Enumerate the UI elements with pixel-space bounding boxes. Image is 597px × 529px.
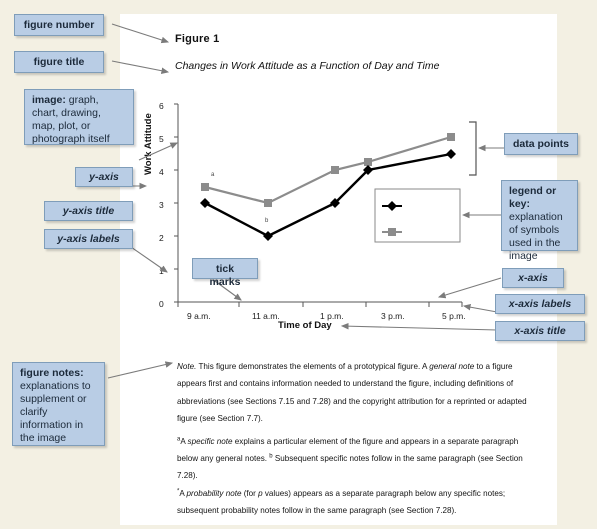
callout-figure-notes-lead: figure notes:	[20, 367, 84, 379]
point-annotation-b: b	[265, 218, 269, 224]
note-prob-term: probability note	[186, 488, 242, 498]
callout-legend-lead: legend or key:	[509, 185, 557, 210]
y-tick-label-2: 2	[159, 233, 164, 243]
note-probability: *A probability note (for p values) appea…	[177, 485, 530, 520]
x-axis-title: Time of Day	[278, 320, 332, 331]
legend-label-monday: Monday	[403, 202, 432, 211]
callout-figure-number-label: figure number	[23, 19, 95, 31]
note-general-term: general note	[429, 362, 475, 371]
callout-y-axis-title[interactable]: y-axis title	[44, 201, 133, 221]
callout-figure-title-label: figure title	[33, 56, 85, 68]
callout-figure-number[interactable]: figure number	[14, 14, 104, 36]
callout-legend[interactable]: legend or key: explanation of symbols us…	[501, 180, 578, 262]
note-prob-a: A	[179, 488, 187, 498]
callout-figure-title[interactable]: figure title	[14, 51, 104, 73]
note-general-d: to a figure appears first and contains i…	[177, 362, 527, 424]
point-annotation-star: *	[330, 205, 333, 211]
callout-y-axis-labels-label: y-axis labels	[57, 233, 120, 245]
note-specific: aA specific note explains a particular e…	[177, 433, 530, 485]
callout-y-axis[interactable]: y-axis	[75, 167, 133, 187]
callout-x-axis-labels-label: x-axis labels	[508, 298, 572, 310]
note-specific-term: specific note	[187, 436, 233, 446]
y-tick-label-6: 6	[159, 101, 164, 111]
note-specific-a: A	[180, 436, 188, 446]
x-tick-label-4: 5 p.m.	[442, 311, 466, 321]
figure-number: Figure 1	[175, 33, 220, 45]
point-annotation-a: a	[211, 172, 215, 178]
callout-tick-marks-label: tick marks	[209, 263, 241, 288]
y-tick-label-3: 3	[159, 200, 164, 210]
callout-x-axis-title-label: x-axis title	[514, 325, 566, 337]
x-tick-label-0: 9 a.m.	[187, 311, 211, 321]
callout-x-axis-labels[interactable]: x-axis labels	[495, 294, 585, 314]
note-prob-b: (for	[241, 488, 259, 498]
callout-figure-notes[interactable]: figure notes: explanations to supplement…	[12, 362, 105, 446]
y-axis-title: Work Attitude	[143, 113, 154, 175]
callout-x-axis-label: x-axis	[518, 272, 548, 284]
figure-title: Changes in Work Attitude as a Function o…	[175, 60, 440, 72]
y-tick-label-4: 4	[159, 167, 164, 177]
callout-y-axis-title-label: y-axis title	[62, 205, 115, 217]
callout-x-axis-title[interactable]: x-axis title	[495, 321, 585, 341]
figure-notes-text: Note. This figure demonstrates the eleme…	[177, 358, 530, 520]
callout-data-points[interactable]: data points	[504, 133, 578, 155]
callout-y-axis-label: y-axis	[89, 171, 119, 183]
callout-y-axis-labels[interactable]: y-axis labels	[44, 229, 133, 249]
y-tick-label-0: 0	[159, 299, 164, 309]
screenshot-root: Figure 1 Changes in Work Attitude as a F…	[0, 0, 597, 529]
x-tick-label-3: 3 p.m.	[381, 311, 405, 321]
callout-tick-marks[interactable]: tick marks	[192, 258, 258, 288]
callout-image-lead: image:	[32, 94, 66, 106]
note-general-lead: Note.	[177, 362, 197, 371]
note-general: Note. This figure demonstrates the eleme…	[177, 358, 530, 428]
callout-image[interactable]: image: graph, chart, drawing, map, plot,…	[24, 89, 134, 145]
y-tick-label-1: 1	[159, 266, 164, 276]
y-tick-label-5: 5	[159, 134, 164, 144]
callout-figure-notes-rest: explanations to supplement or clarify in…	[20, 380, 91, 444]
x-tick-label-1: 11 a.m.	[252, 311, 280, 321]
note-general-b: This figure demonstrates the elements of…	[196, 362, 430, 371]
callout-data-points-label: data points	[512, 138, 569, 150]
callout-x-axis[interactable]: x-axis	[502, 268, 564, 288]
legend-label-friday: Friday	[403, 228, 426, 237]
